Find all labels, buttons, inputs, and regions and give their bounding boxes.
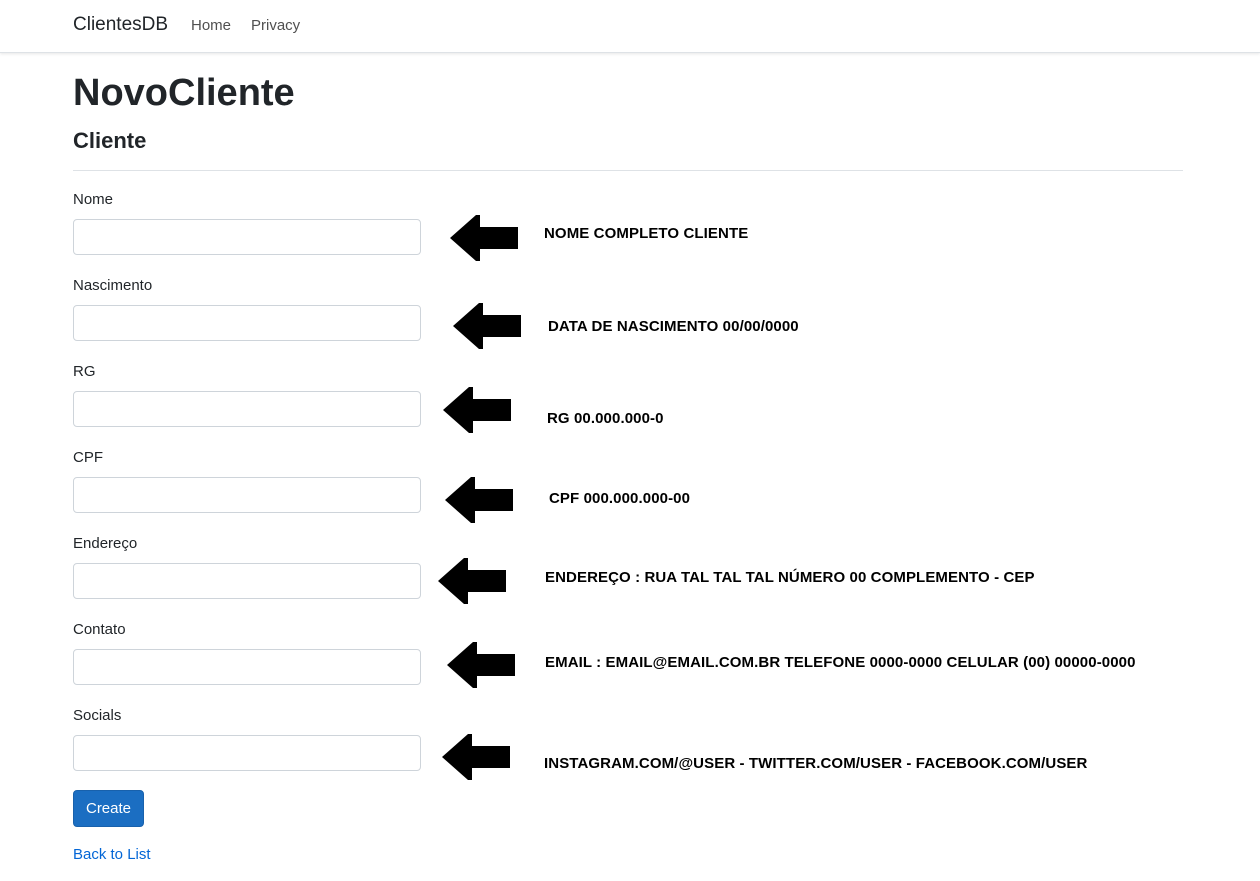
arrow-left-icon (438, 558, 506, 604)
arrow-left-icon (447, 642, 515, 688)
rg-label: RG (73, 363, 96, 380)
nascimento-annotation: DATA DE NASCIMENTO 00/00/0000 (548, 318, 799, 335)
navbar-brand[interactable]: ClientesDB (73, 14, 168, 36)
rg-annotation: RG 00.000.000-0 (547, 410, 664, 427)
nascimento-label: Nascimento (73, 277, 153, 294)
arrow-left-icon (445, 477, 513, 523)
nav-link-home[interactable]: Home (191, 17, 231, 34)
contato-label: Contato (73, 621, 126, 638)
page-title: NovoCliente (73, 72, 295, 114)
nav-link-privacy[interactable]: Privacy (251, 17, 300, 34)
nascimento-input[interactable] (73, 305, 421, 341)
contato-annotation: EMAIL : EMAIL@EMAIL.COM.BR TELEFONE 0000… (545, 654, 1136, 671)
socials-label: Socials (73, 707, 122, 724)
endereco-input[interactable] (73, 563, 421, 599)
endereco-annotation: ENDEREÇO : RUA TAL TAL TAL NÚMERO 00 COM… (545, 569, 1035, 586)
arrow-left-icon (442, 734, 510, 780)
endereco-label: Endereço (73, 535, 138, 552)
back-to-list-link[interactable]: Back to List (73, 846, 151, 863)
create-button[interactable]: Create (73, 790, 144, 827)
cpf-input[interactable] (73, 477, 421, 513)
contato-input[interactable] (73, 649, 421, 685)
page-subtitle: Cliente (73, 128, 147, 153)
arrow-left-icon (453, 303, 521, 349)
navbar: ClientesDB Home Privacy (0, 0, 1260, 53)
divider (73, 170, 1183, 171)
arrow-left-icon (450, 215, 518, 261)
socials-annotation: INSTAGRAM.COM/@USER - TWITTER.COM/USER -… (544, 755, 1088, 772)
cpf-label: CPF (73, 449, 103, 466)
rg-input[interactable] (73, 391, 421, 427)
cpf-annotation: CPF 000.000.000-00 (549, 490, 691, 507)
nome-annotation: NOME COMPLETO CLIENTE (544, 225, 749, 242)
arrow-left-icon (443, 387, 511, 433)
socials-input[interactable] (73, 735, 421, 771)
nome-input[interactable] (73, 219, 421, 255)
nome-label: Nome (73, 191, 114, 208)
